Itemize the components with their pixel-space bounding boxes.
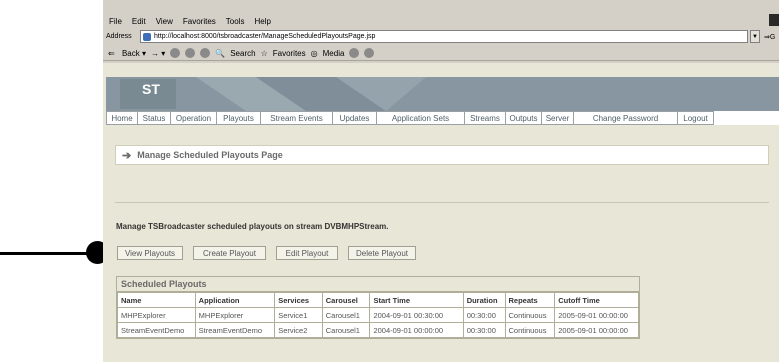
column-header: Duration	[462, 292, 506, 308]
delete-playout-button[interactable]: Delete Playout	[348, 246, 416, 260]
create-playout-button[interactable]: Create Playout	[193, 246, 266, 260]
stop-icon[interactable]	[170, 48, 181, 58]
media-button[interactable]: ◎ Media	[311, 49, 345, 58]
column-header: Services	[274, 292, 323, 308]
scheduled-playouts-table: Name Application Services Carousel Start Tim…	[117, 292, 639, 338]
table-cell: Service2	[274, 322, 323, 338]
forward-button[interactable]: → ▾	[151, 49, 165, 58]
divider	[115, 202, 769, 203]
browser-toolbar: ⇐ Back ▾ → ▾ 🔍 Search ☆ Favorites ◎ Media	[103, 46, 779, 61]
header-banner: ST	[106, 77, 779, 111]
table-cell: Continuous	[504, 307, 556, 323]
menu-bar: File Edit View Favorites Tools Help	[103, 14, 779, 28]
history-icon[interactable]	[349, 48, 360, 58]
banner-graphic	[106, 77, 779, 111]
column-header: Repeats	[504, 292, 556, 308]
page-title: Manage Scheduled Playouts Page	[137, 150, 283, 160]
table-cell: 2005-09-01 00:00:00	[554, 307, 639, 323]
table-cell: 00:30:00	[462, 322, 506, 338]
action-buttons: View Playouts Create Playout Edit Playout D…	[117, 246, 426, 260]
table-cell: Carousel1	[321, 322, 371, 338]
nav-item-home[interactable]: Home	[106, 111, 138, 125]
column-header: Start Time	[369, 292, 464, 308]
column-header: Name	[117, 292, 196, 308]
table-cell: StreamEventDemo	[117, 322, 196, 338]
scheduled-playouts-title: Scheduled Playouts	[117, 277, 639, 292]
table-cell: 2005-09-01 00:00:00	[554, 322, 639, 338]
table-row[interactable]: MHPExplorer MHPExplorer Service1 Carousel1 2…	[117, 307, 639, 323]
column-header: Carousel	[321, 292, 371, 308]
home-icon[interactable]	[200, 48, 211, 58]
menu-favorites[interactable]: Favorites	[183, 17, 216, 26]
scheduled-playouts-panel: Scheduled Playouts Name Application Servic…	[116, 276, 640, 339]
nav-item-server[interactable]: Server	[542, 111, 574, 125]
browser-window: File Edit View Favorites Tools Help Addr…	[103, 0, 779, 362]
table-cell: MHPExplorer	[117, 307, 196, 323]
nav-item-operation[interactable]: Operation	[171, 111, 217, 125]
page-content: ST Home Status Operation Playouts Stream Eve…	[103, 63, 779, 362]
address-url: http://localhost:8000/tsbroadcaster/Mana…	[154, 33, 376, 40]
back-label: Back	[121, 48, 140, 58]
menu-view[interactable]: View	[156, 17, 173, 26]
menu-file[interactable]: File	[109, 17, 122, 26]
arrow-right-icon: ➔	[122, 149, 132, 162]
page-icon	[143, 32, 151, 41]
nav-item-change-password[interactable]: Change Password	[574, 111, 678, 125]
table-body: MHPExplorer MHPExplorer Service1 Carousel1 2…	[117, 307, 639, 338]
menu-help[interactable]: Help	[254, 17, 270, 26]
media-label: Media	[322, 48, 345, 58]
table-cell: StreamEventDemo	[194, 322, 276, 338]
menu-edit[interactable]: Edit	[132, 17, 146, 26]
windows-logo-icon	[769, 14, 779, 26]
search-button[interactable]: 🔍 Search	[215, 49, 255, 58]
column-header: Cutoff Time	[554, 292, 639, 308]
logo-text: ST	[142, 81, 160, 97]
nav-item-streams[interactable]: Streams	[465, 111, 506, 125]
table-cell: 2004-09-01 00:30:00	[369, 307, 464, 323]
nav-item-logout[interactable]: Logout	[678, 111, 714, 125]
nav-item-application-sets[interactable]: Application Sets	[377, 111, 465, 125]
nav-item-stream-events[interactable]: Stream Events	[261, 111, 333, 125]
nav-item-outputs[interactable]: Outputs	[506, 111, 542, 125]
nav-item-status[interactable]: Status	[138, 111, 171, 125]
page-description: Manage TSBroadcaster scheduled playouts …	[116, 222, 389, 231]
edit-playout-button[interactable]: Edit Playout	[276, 246, 338, 260]
refresh-icon[interactable]	[185, 48, 196, 58]
mail-icon[interactable]	[364, 48, 375, 58]
favorites-label: Favorites	[272, 48, 306, 58]
address-label: Address	[106, 33, 132, 40]
table-cell: Continuous	[504, 322, 556, 338]
nav-item-updates[interactable]: Updates	[333, 111, 377, 125]
table-header-row: Name Application Services Carousel Start Tim…	[117, 292, 639, 308]
table-cell: 2004-09-01 00:00:00	[369, 322, 464, 338]
back-button[interactable]: ⇐ Back ▾	[108, 49, 146, 58]
go-icon[interactable]: ⇒G	[764, 33, 775, 41]
main-nav: Home Status Operation Playouts Stream Events…	[106, 111, 779, 125]
menu-tools[interactable]: Tools	[226, 17, 245, 26]
address-dropdown-icon[interactable]: ▼	[750, 30, 760, 43]
column-header: Application	[194, 292, 276, 308]
search-label: Search	[230, 48, 256, 58]
table-cell: 00:30:00	[462, 307, 506, 323]
address-bar: Address http://localhost:8000/tsbroadcas…	[103, 29, 779, 44]
annotation-line	[0, 252, 96, 255]
table-cell: MHPExplorer	[194, 307, 276, 323]
table-row[interactable]: StreamEventDemo StreamEventDemo Service2 Ca…	[117, 322, 639, 338]
table-cell: Service1	[274, 307, 323, 323]
address-input[interactable]: http://localhost:8000/tsbroadcaster/Mana…	[140, 30, 748, 43]
view-playouts-button[interactable]: View Playouts	[117, 246, 183, 260]
nav-item-playouts[interactable]: Playouts	[217, 111, 261, 125]
favorites-button[interactable]: ☆ Favorites	[261, 49, 306, 58]
table-cell: Carousel1	[321, 307, 371, 323]
page-title-box: ➔ Manage Scheduled Playouts Page	[115, 145, 769, 165]
